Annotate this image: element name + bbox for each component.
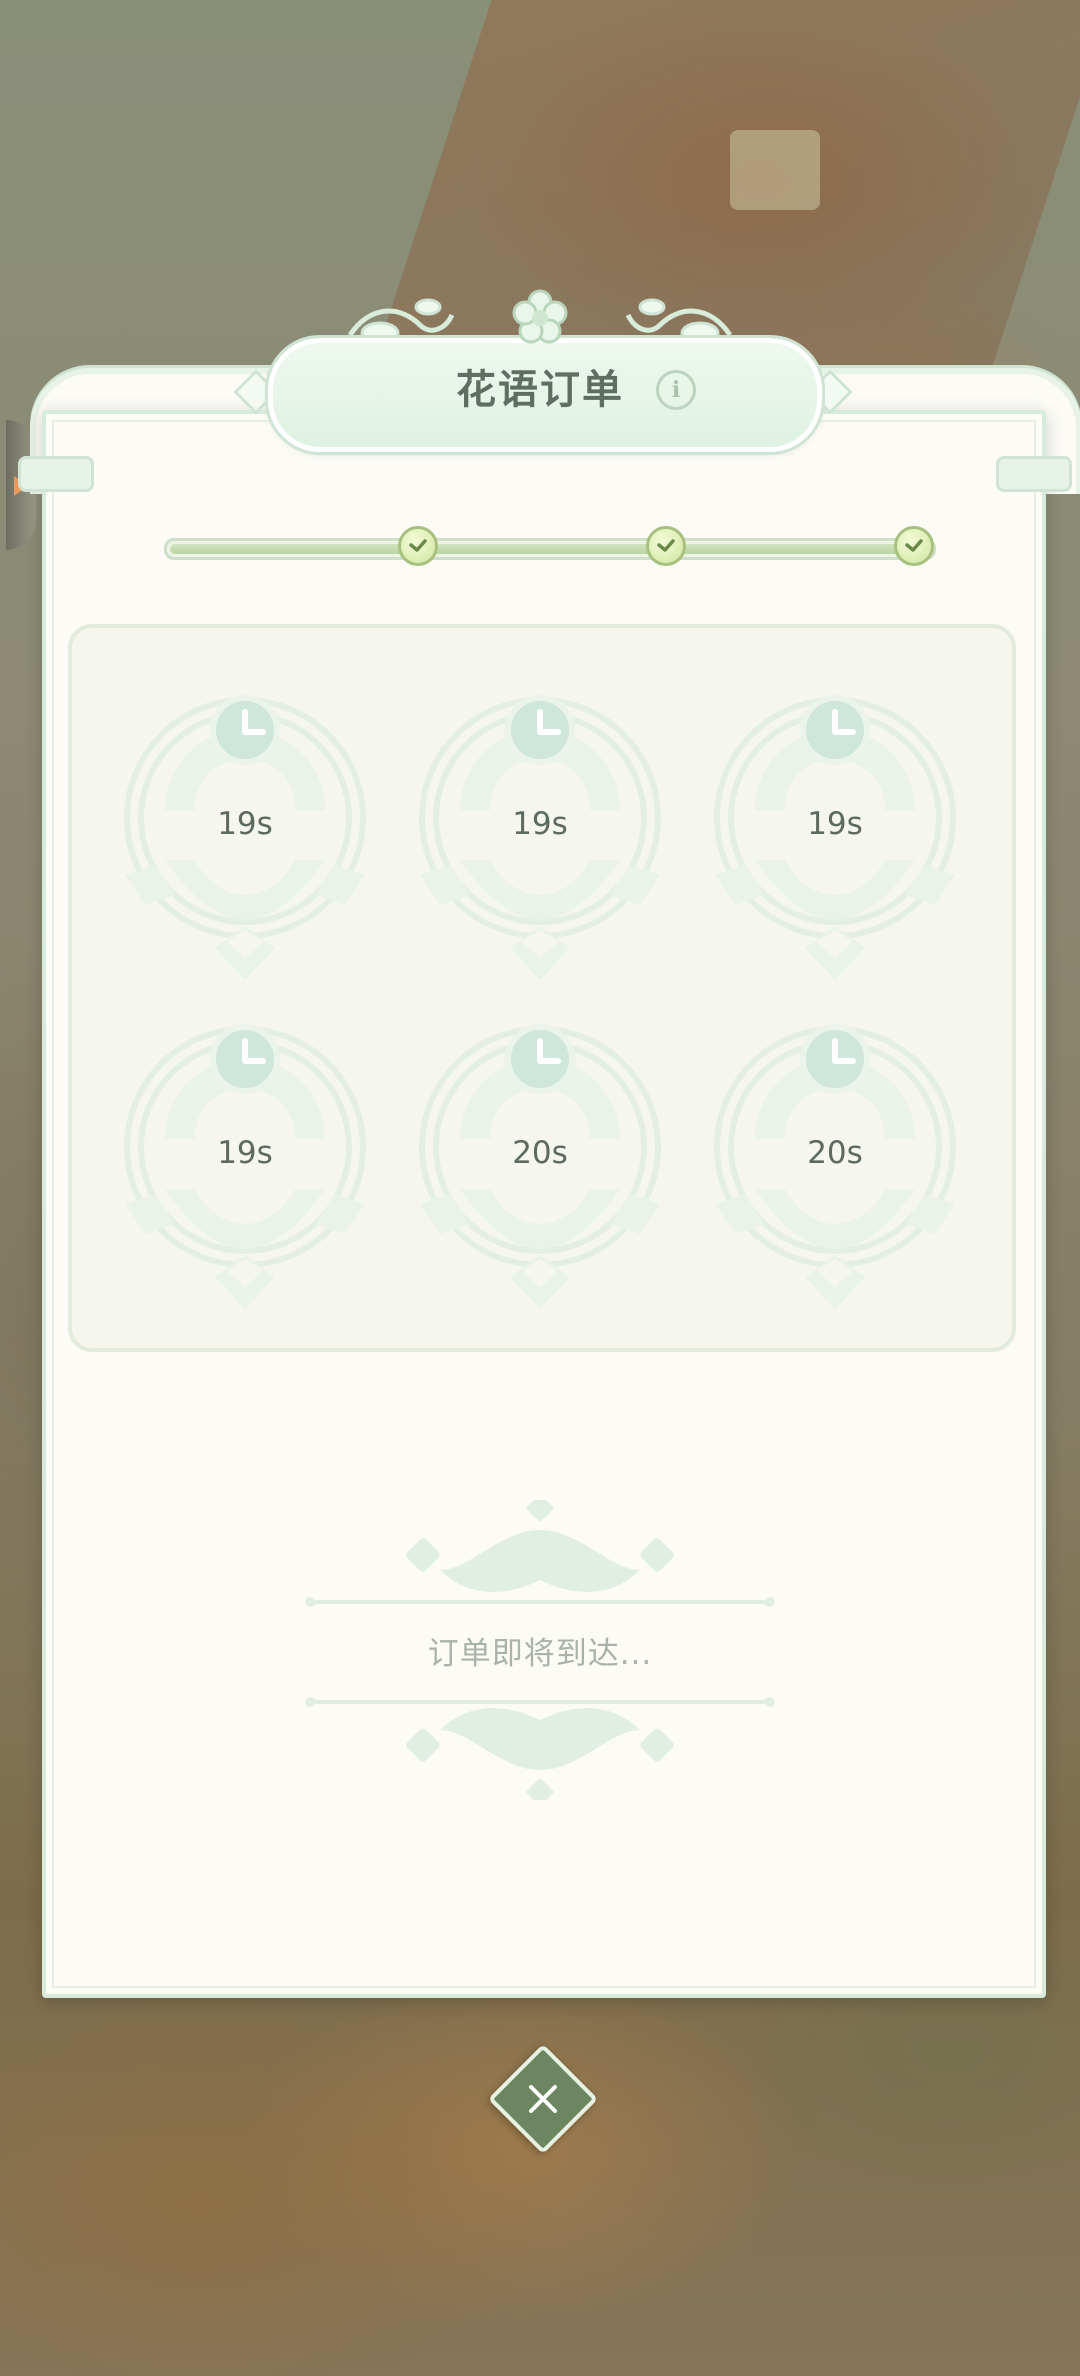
order-slot[interactable]: 19s xyxy=(115,690,375,990)
page-title: 花语订单 xyxy=(456,367,624,413)
order-countdown: 20s xyxy=(807,1135,863,1171)
frame-corner-left xyxy=(18,456,94,492)
clock-icon xyxy=(210,695,280,765)
milestone-3[interactable] xyxy=(894,526,934,566)
game-screen: 花语订单 i 19s 19s 19s 19s 20s 20s 订单即将到达... xyxy=(0,0,1080,2376)
milestone-2[interactable] xyxy=(646,526,686,566)
milestone-1[interactable] xyxy=(398,526,438,566)
frame-corner-right xyxy=(996,456,1072,492)
order-countdown: 20s xyxy=(512,1135,568,1171)
order-countdown: 19s xyxy=(217,1135,273,1171)
check-icon xyxy=(409,539,427,552)
clock-icon xyxy=(800,1024,870,1094)
order-slot[interactable]: 19s xyxy=(705,690,965,990)
order-slot[interactable]: 20s xyxy=(705,1019,965,1319)
progress-track xyxy=(164,538,936,560)
check-icon xyxy=(905,539,923,552)
order-slot[interactable]: 19s xyxy=(115,1019,375,1319)
clock-icon xyxy=(210,1024,280,1094)
order-slot[interactable]: 20s xyxy=(410,1019,670,1319)
clock-icon xyxy=(505,1024,575,1094)
background-window xyxy=(730,130,820,210)
waiting-message: 订单即将到达... xyxy=(427,1636,653,1672)
check-icon xyxy=(657,539,675,552)
order-countdown: 19s xyxy=(217,806,273,842)
progress-fill xyxy=(170,544,930,554)
flower-icon xyxy=(512,289,568,344)
clock-icon xyxy=(505,695,575,765)
close-icon xyxy=(504,2060,582,2138)
order-countdown: 19s xyxy=(807,806,863,842)
clock-icon xyxy=(800,695,870,765)
info-icon[interactable]: i xyxy=(656,370,696,410)
order-countdown: 19s xyxy=(512,806,568,842)
order-slot[interactable]: 19s xyxy=(410,690,670,990)
